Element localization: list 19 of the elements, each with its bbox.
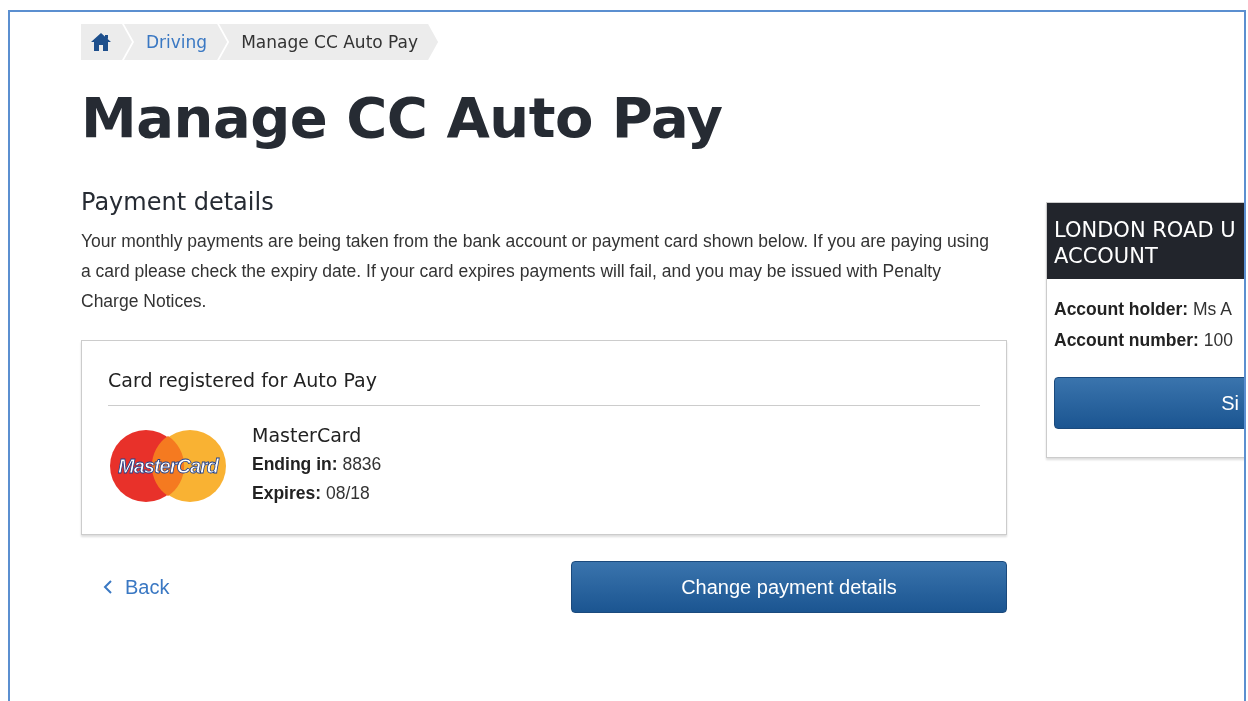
account-title: LONDON ROAD U ACCOUNT xyxy=(1047,203,1244,279)
home-breadcrumb[interactable] xyxy=(81,24,132,60)
account-detail: Account holder: Ms A xyxy=(1054,299,1233,320)
card-detail: Ending in: 8836 xyxy=(252,454,382,475)
card-detail: Expires: 08/18 xyxy=(252,483,371,504)
card-logo: MasterCard xyxy=(108,428,228,504)
chevron-left-icon xyxy=(103,579,113,595)
section-heading: Payment details xyxy=(81,188,275,216)
breadcrumb-current: Manage CC Auto Pay xyxy=(219,24,439,60)
account-detail: Account number: 100 xyxy=(1054,330,1234,351)
account-button[interactable]: Si xyxy=(1054,377,1244,429)
card-name: MasterCard xyxy=(252,424,363,446)
change-payment-button[interactable]: Change payment details xyxy=(571,561,1007,613)
intro-paragraph: Your monthly payments are being taken from the bank account or payment card shown below. If you are paying using a card please check the expiry date. If your card expires payments will fail, and you may be issued with Penalty Charge Notices. xyxy=(81,230,990,313)
home-icon xyxy=(90,32,112,52)
breadcrumb-link[interactable]: Driving xyxy=(124,24,228,60)
page-title: Manage CC Auto Pay xyxy=(81,84,724,152)
panel-heading: Card registered for Auto Pay xyxy=(108,341,980,406)
back-link[interactable]: Back xyxy=(103,575,170,599)
